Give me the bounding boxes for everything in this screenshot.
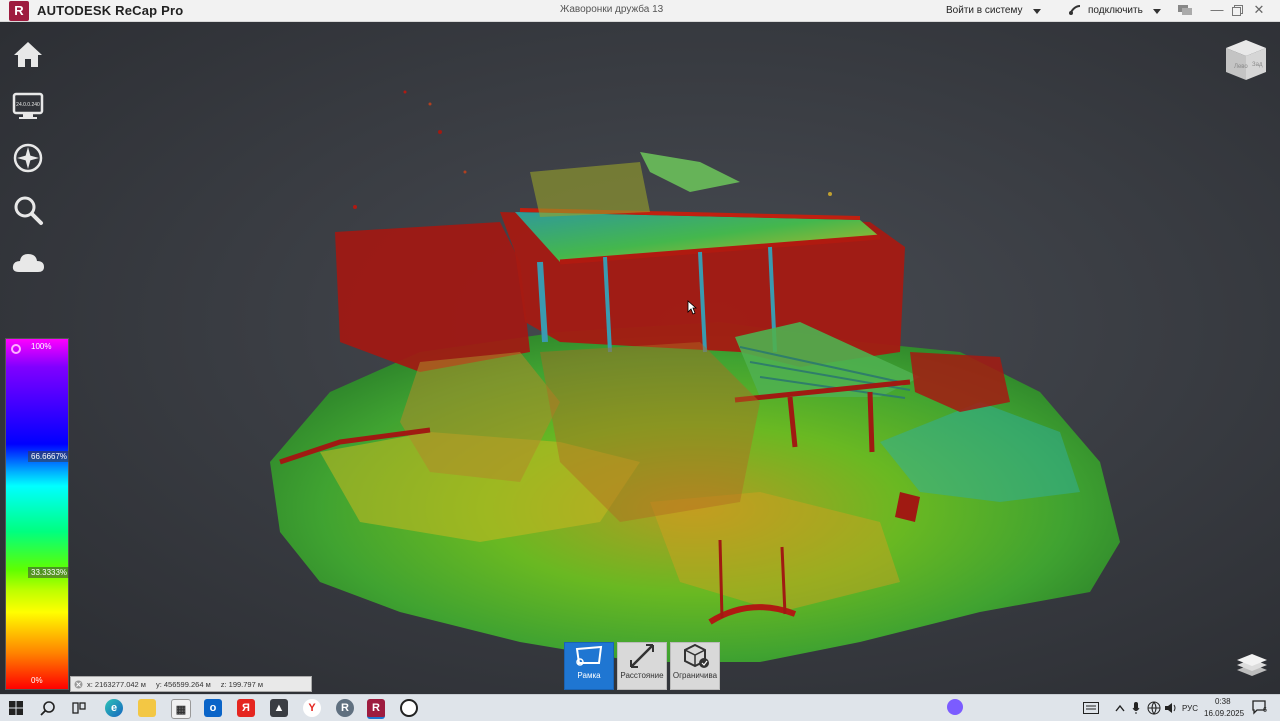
- title-bar: R AUTODESK ReCap Pro Жаворонки дружба 13…: [0, 0, 1280, 22]
- volume-icon[interactable]: [1164, 701, 1178, 715]
- display-settings-button[interactable]: 24.0.0.240: [8, 84, 48, 128]
- box-selection-tool[interactable]: Рамка: [564, 642, 614, 690]
- measure-toolbar: Рамка Расстояние Ограничива: [564, 642, 720, 690]
- alice-assistant-icon[interactable]: [947, 699, 963, 715]
- recap-pro-taskbar-icon[interactable]: R: [367, 699, 385, 719]
- coordinate-readout: x: 2163277.042 м y: 456599.264 м z: 199.…: [70, 676, 312, 692]
- globe-icon[interactable]: [1147, 701, 1161, 715]
- mouse-cursor-icon: [687, 300, 697, 315]
- home-icon: [14, 42, 42, 67]
- elevation-color-legend: 100% 66.6667% 33.3333% 0%: [5, 338, 71, 690]
- point-cloud-viewport[interactable]: 24.0.0.240 100% 66.6667% 33.3333% 0% x: …: [0, 22, 1280, 694]
- search-button[interactable]: [8, 188, 48, 232]
- recap-taskbar-icon[interactable]: R: [336, 699, 354, 717]
- navigation-button[interactable]: [8, 136, 48, 180]
- recap-logo: R: [9, 0, 29, 21]
- frame-icon: [575, 645, 603, 666]
- legend-label-66: 66.6667%: [28, 451, 71, 462]
- monitor-icon-text: 24.0.0.240: [16, 102, 40, 108]
- windows-taskbar: e ▦ o Я ▲ Y R R РУС 0:38 16.09.2025 6: [0, 694, 1280, 721]
- search-icon: [14, 196, 43, 225]
- feedback-icon[interactable]: [1177, 4, 1193, 17]
- legend-label-33: 33.3333%: [28, 567, 71, 578]
- viewcube[interactable]: Лево Зад: [1222, 36, 1270, 84]
- store-icon[interactable]: ▦: [171, 699, 191, 719]
- coord-z: z: 199.797 м: [220, 679, 264, 689]
- windows-start-icon[interactable]: [9, 701, 23, 715]
- tray-chevron-up-icon[interactable]: [1115, 704, 1125, 712]
- viewcube-face-right: Зад: [1252, 62, 1263, 68]
- limit-box-tool[interactable]: Ограничива: [670, 642, 720, 690]
- taskbar-search-icon[interactable]: [40, 700, 56, 716]
- brand-product: ReCap Pro: [115, 3, 184, 18]
- signin-dropdown[interactable]: Войти в систему: [946, 5, 1022, 16]
- keyboard-icon[interactable]: [1083, 702, 1099, 714]
- close-icon[interactable]: ✕: [1250, 2, 1268, 18]
- task-view-icon[interactable]: [72, 701, 86, 715]
- signin-chevron-down-icon[interactable]: [1033, 9, 1041, 14]
- legend-settings-icon[interactable]: [10, 343, 22, 355]
- coord-x: x: 2163277.042 м: [87, 679, 146, 689]
- outlook-icon[interactable]: o: [204, 699, 222, 717]
- coord-y: y: 456599.264 м: [155, 679, 211, 689]
- box-selection-label: Рамка: [577, 671, 601, 680]
- language-indicator[interactable]: РУС: [1182, 704, 1198, 713]
- cloud-icon: [12, 254, 44, 272]
- app-brand: AUTODESK ReCap Pro: [37, 3, 183, 18]
- cube-limit-icon: [684, 643, 709, 668]
- brand-autodesk: AUTODESK: [37, 3, 112, 18]
- microphone-icon[interactable]: [1132, 701, 1140, 715]
- minimize-icon[interactable]: —: [1208, 2, 1226, 18]
- connect-dropdown[interactable]: подключить: [1088, 5, 1143, 16]
- edge-browser-icon[interactable]: e: [105, 699, 123, 717]
- legend-label-0: 0%: [31, 676, 43, 685]
- notification-count-badge: 6: [1263, 707, 1267, 714]
- ruler-diagonal-icon: [630, 644, 654, 668]
- distance-label: Расстояние: [620, 671, 664, 680]
- distance-tool[interactable]: Расстояние: [617, 642, 667, 690]
- legend-label-100: 100%: [31, 342, 52, 351]
- limit-box-label: Ограничива: [672, 671, 718, 680]
- clock-date[interactable]: 16.09.2025: [1204, 709, 1244, 718]
- coordinate-toggle-icon[interactable]: [74, 680, 83, 689]
- left-navigation: 24.0.0.240: [8, 32, 48, 292]
- home-button[interactable]: [8, 32, 48, 76]
- yandex-browser-icon[interactable]: Y: [303, 699, 321, 717]
- clock-time[interactable]: 0:38: [1215, 697, 1231, 706]
- point-cloud-scan: [270, 90, 1120, 662]
- restore-icon[interactable]: [1232, 5, 1243, 16]
- cloud-button[interactable]: [8, 240, 48, 284]
- monitor-icon: 24.0.0.240: [12, 92, 44, 119]
- screen-recorder-icon[interactable]: [400, 699, 418, 717]
- file-explorer-icon[interactable]: [138, 699, 156, 717]
- viewcube-face-left: Лево: [1234, 64, 1248, 70]
- layers-icon[interactable]: [1236, 652, 1268, 678]
- document-title: Жаворонки дружба 13: [560, 4, 664, 15]
- connect-chevron-down-icon[interactable]: [1153, 9, 1161, 14]
- yandex-icon[interactable]: Я: [237, 699, 255, 717]
- compass-icon: [13, 143, 43, 173]
- autodesk-tool-icon[interactable]: ▲: [270, 699, 288, 717]
- connect-icon[interactable]: [1068, 4, 1082, 16]
